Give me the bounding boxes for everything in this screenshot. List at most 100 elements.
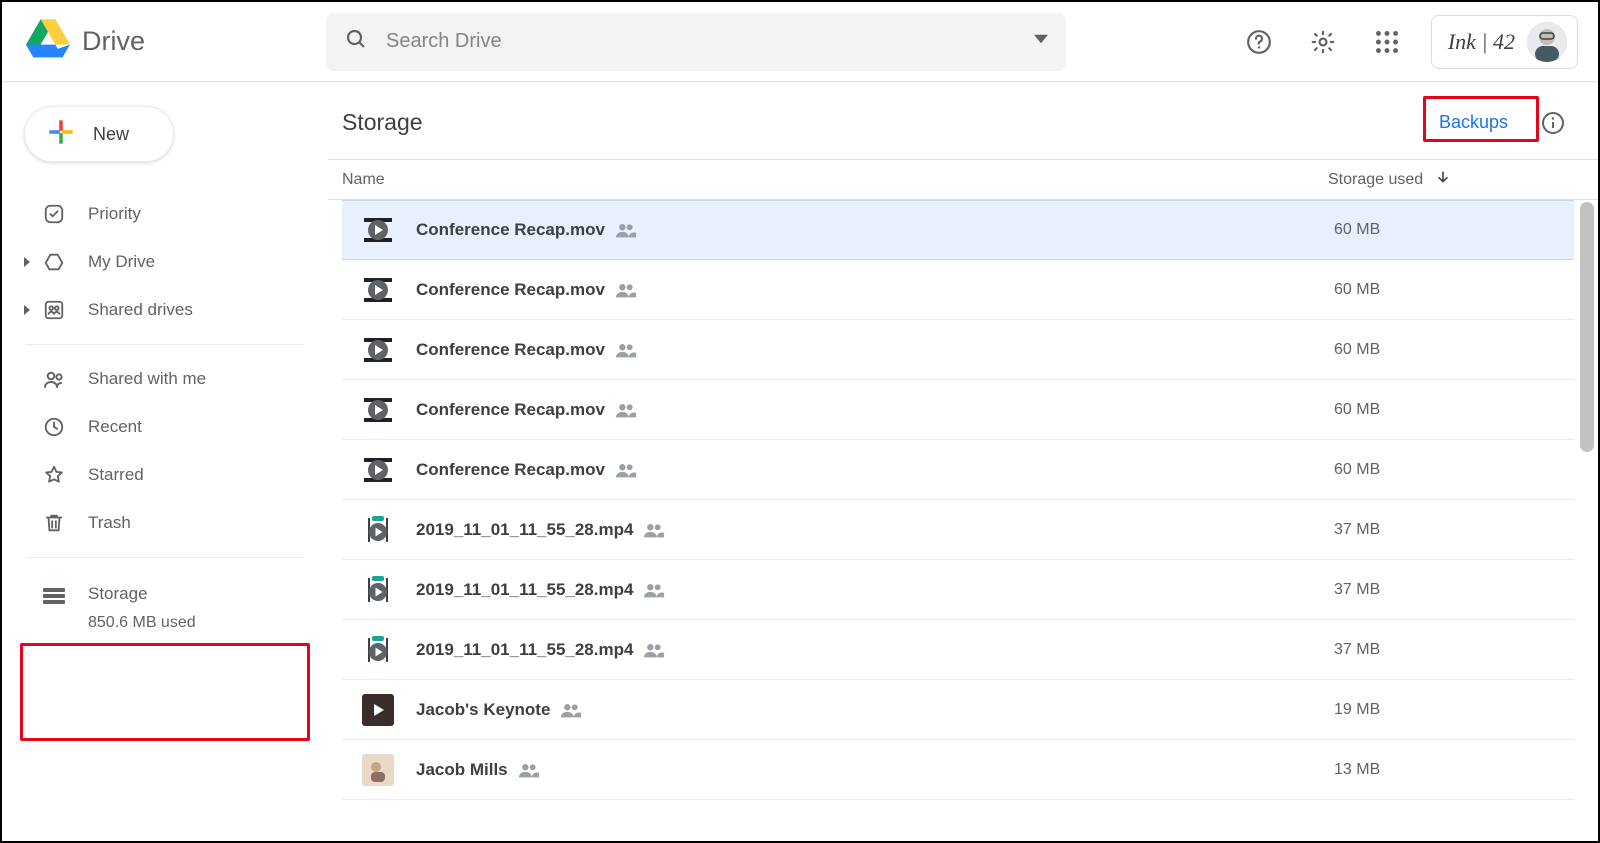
file-type-icon [362, 334, 394, 366]
arrow-down-icon [1435, 169, 1451, 190]
sidebar-item-label: Shared drives [88, 300, 193, 320]
file-row[interactable]: 2019_11_01_11_55_28.mp4 37 MB [342, 500, 1574, 560]
chevron-right-icon[interactable] [20, 305, 34, 315]
sidebar-item-recent[interactable]: Recent [2, 403, 328, 451]
brand[interactable]: Drive [26, 19, 326, 64]
header-icon-group: Ink | 42 [1239, 15, 1578, 69]
file-name: Conference Recap.mov [416, 400, 605, 420]
storage-icon [42, 586, 66, 611]
file-row[interactable]: 2019_11_01_11_55_28.mp4 37 MB [342, 620, 1574, 680]
file-name: 2019_11_01_11_55_28.mp4 [416, 640, 633, 660]
main-pane: Storage Backups Name Storage used [328, 82, 1598, 841]
sidebar-item-starred[interactable]: Starred [2, 451, 328, 499]
file-name: 2019_11_01_11_55_28.mp4 [416, 520, 633, 540]
main-header: Storage Backups [328, 82, 1598, 160]
file-size: 13 MB [1334, 761, 1574, 779]
file-row[interactable]: Conference Recap.mov60 MB [342, 200, 1574, 260]
sidebar-item-label: Priority [88, 204, 141, 224]
file-row[interactable]: 2019_11_01_11_55_28.mp437 MB [342, 560, 1574, 620]
divider [26, 557, 304, 558]
shared-icon [615, 222, 637, 238]
file-row[interactable]: Conference Recap.mov 60 MB [342, 320, 1574, 380]
shared-icon [615, 402, 637, 418]
search-icon [344, 27, 368, 56]
shared-icon [643, 582, 665, 598]
file-type-icon [362, 274, 394, 306]
sidebar-item-trash[interactable]: Trash [2, 499, 328, 547]
file-row[interactable]: Conference Recap.mov60 MB [342, 440, 1574, 500]
sidebar-item-label: Shared with me [88, 369, 206, 389]
clock-icon [42, 416, 66, 438]
sidebar-item-shared-drives[interactable]: Shared drives [2, 286, 328, 334]
shared-icon [560, 702, 582, 718]
backups-link[interactable]: Backups [1429, 104, 1518, 141]
drive-logo-icon [26, 19, 70, 64]
file-size: 19 MB [1334, 701, 1574, 719]
shared-icon [615, 282, 637, 298]
sidebar-item-storage[interactable]: Storage 850.6 MB used [2, 568, 328, 648]
sidebar-item-my-drive[interactable]: My Drive [2, 238, 328, 286]
account-switcher[interactable]: Ink | 42 [1431, 15, 1578, 69]
sidebar-item-label: Recent [88, 417, 142, 437]
search-options-icon[interactable] [1034, 32, 1048, 51]
page-title: Storage [342, 109, 423, 136]
file-name: Jacob Mills [416, 760, 508, 780]
storage-used: 850.6 MB used [88, 614, 196, 632]
file-type-icon [362, 574, 394, 606]
avatar [1527, 22, 1567, 62]
column-name[interactable]: Name [342, 171, 1328, 189]
file-row[interactable]: Conference Recap.mov 60 MB [342, 380, 1574, 440]
sidebar-item-priority[interactable]: Priority [2, 190, 328, 238]
file-size: 60 MB [1334, 281, 1574, 299]
priority-icon [42, 203, 66, 225]
list-header: Name Storage used [328, 160, 1598, 200]
plus-icon [47, 118, 75, 151]
trash-icon [42, 512, 66, 534]
sidebar-item-label: My Drive [88, 252, 155, 272]
search-bar[interactable] [326, 13, 1066, 71]
file-size: 60 MB [1334, 221, 1574, 239]
file-size: 37 MB [1334, 641, 1574, 659]
column-storage-used[interactable]: Storage used [1328, 169, 1568, 190]
shared-icon [615, 462, 637, 478]
file-size: 37 MB [1334, 581, 1574, 599]
file-type-icon [362, 454, 394, 486]
divider [26, 344, 304, 345]
file-name: Conference Recap.mov [416, 460, 605, 480]
file-size: 60 MB [1334, 341, 1574, 359]
brand-name: Drive [82, 26, 145, 57]
details-button[interactable] [1538, 108, 1568, 138]
column-size-label: Storage used [1328, 171, 1423, 189]
scrollbar-thumb[interactable] [1580, 202, 1594, 452]
file-type-icon [362, 214, 394, 246]
file-type-icon [362, 694, 394, 726]
file-name: Conference Recap.mov [416, 280, 605, 300]
chevron-right-icon[interactable] [20, 257, 34, 267]
shared-icon [615, 342, 637, 358]
shared-drives-icon [42, 299, 66, 321]
file-row[interactable]: Conference Recap.mov 60 MB [342, 260, 1574, 320]
sidebar: New Priority My Drive [2, 82, 328, 841]
apps-button[interactable] [1367, 22, 1407, 62]
storage-label: Storage [88, 584, 196, 604]
sidebar-item-label: Starred [88, 465, 144, 485]
file-size: 60 MB [1334, 401, 1574, 419]
account-label: Ink | 42 [1448, 29, 1515, 55]
file-type-icon [362, 754, 394, 786]
my-drive-icon [42, 251, 66, 273]
help-button[interactable] [1239, 22, 1279, 62]
sidebar-item-label: Trash [88, 513, 131, 533]
file-type-icon [362, 514, 394, 546]
file-name: Conference Recap.mov [416, 340, 605, 360]
new-button[interactable]: New [24, 106, 174, 162]
file-row[interactable]: Jacob's Keynote 19 MB [342, 680, 1574, 740]
file-type-icon [362, 394, 394, 426]
settings-button[interactable] [1303, 22, 1343, 62]
shared-icon [643, 642, 665, 658]
file-size: 37 MB [1334, 521, 1574, 539]
search-input[interactable] [386, 30, 1016, 53]
sidebar-item-shared-with-me[interactable]: Shared with me [2, 355, 328, 403]
file-row[interactable]: Jacob Mills 13 MB [342, 740, 1574, 800]
file-type-icon [362, 634, 394, 666]
file-name: Jacob's Keynote [416, 700, 550, 720]
